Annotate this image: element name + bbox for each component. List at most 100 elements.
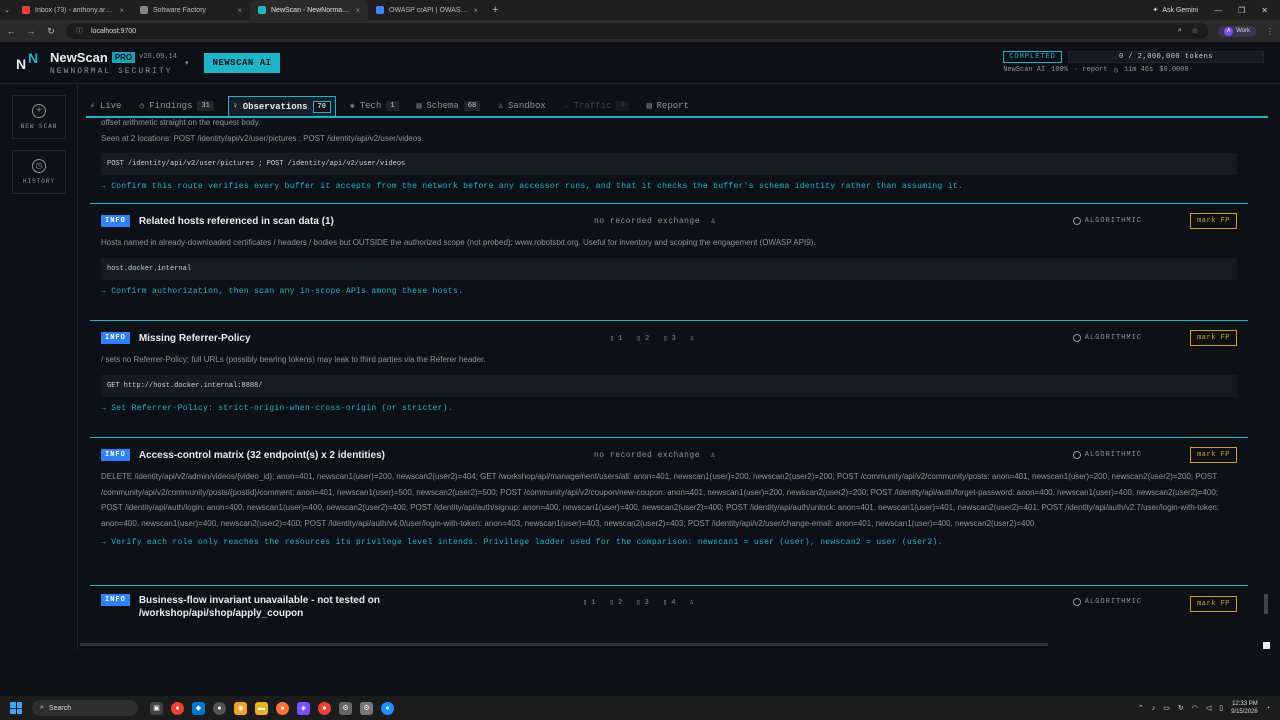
tab-observations[interactable]: ♀ Observations 70 <box>227 96 336 116</box>
tab-search-icon[interactable]: ⌄ <box>0 6 14 14</box>
history-button[interactable]: ◷ HISTORY <box>12 150 66 194</box>
evidence-link[interactable]: ▯ 3 <box>636 598 649 607</box>
vertical-scrollbar[interactable] <box>1264 594 1268 614</box>
flask-icon: ♙ <box>710 217 716 226</box>
observation-card: INFO Related hosts referenced in scan da… <box>90 203 1248 320</box>
windows-start-icon[interactable] <box>10 702 22 714</box>
resize-handle[interactable] <box>1263 642 1270 649</box>
url-field[interactable]: ⓘ localhost:9700 ⌕ ☆ <box>66 23 1209 39</box>
tab-tech[interactable]: ◈ Tech 1 <box>346 96 403 116</box>
evidence-link[interactable]: ▯ 1 <box>583 598 596 607</box>
forward-icon[interactable]: → <box>26 26 36 36</box>
edge-icon[interactable]: ● <box>381 701 394 715</box>
menu-icon[interactable]: ⋮ <box>1266 27 1274 36</box>
taskbar-search[interactable]: ⌕ Search <box>32 700 138 716</box>
owasp-icon <box>376 6 384 14</box>
flask-icon[interactable]: ♙ <box>690 598 694 607</box>
minimize-icon[interactable]: — <box>1214 6 1222 15</box>
evidence-link[interactable]: ▯ 2 <box>637 334 650 343</box>
vscode-icon[interactable]: ◆ <box>192 701 205 715</box>
close-icon[interactable]: × <box>119 6 124 15</box>
observation-title: Business-flow invariant unavailable - no… <box>138 595 380 619</box>
screen-icon[interactable]: ▭ <box>1163 704 1170 712</box>
file-explorer-icon[interactable]: ▬ <box>255 701 268 715</box>
site-icon <box>140 6 148 14</box>
algorithmic-tag: ALGORITHMIC <box>1072 334 1142 342</box>
version: v26.09.14 <box>139 53 177 61</box>
mark-fp-button[interactable]: mark FP <box>1190 447 1237 463</box>
evidence-link[interactable]: ▯ 2 <box>610 598 623 607</box>
volume-icon[interactable]: ◁ <box>1206 704 1211 712</box>
evidence-links: ▯ 1 ▯ 2 ▯ 3 ♙ <box>610 334 694 343</box>
profile-button[interactable]: A Work <box>1218 25 1256 37</box>
scan-meta: NewScan AI 100% · report ◷ 11m 46s $0.00… <box>1003 65 1189 75</box>
tab-count: 0 <box>616 101 629 111</box>
flask-icon: ♙ <box>498 102 504 111</box>
chrome-icon[interactable]: ● <box>171 701 184 715</box>
mark-fp-button[interactable]: mark FP <box>1190 330 1237 346</box>
flask-icon[interactable]: ♙ <box>690 334 694 343</box>
clock-icon: ◷ <box>32 159 46 173</box>
remediation: → Confirm authorization, then scan any i… <box>101 286 464 296</box>
horizontal-scrollbar[interactable] <box>80 643 1048 646</box>
mark-fp-button[interactable]: mark FP <box>1190 213 1237 229</box>
observation-description: offset arithmetic straight on the reques… <box>101 118 261 127</box>
bookmark-star-icon[interactable]: ☆ <box>1192 27 1198 35</box>
maximize-icon[interactable]: ❐ <box>1238 6 1245 15</box>
close-icon[interactable]: × <box>237 6 242 15</box>
chevron-down-icon[interactable]: ▾ <box>185 59 189 67</box>
system-tray: ⌃ ♪ ▭ ↻ ◠ ◁ ▯ 12:33 PM 9/15/2026 ◔ <box>1138 700 1270 716</box>
chrome-active-icon[interactable]: ● <box>318 701 331 715</box>
postman-icon[interactable]: ◉ <box>234 701 247 715</box>
github-icon[interactable]: ● <box>213 701 226 715</box>
tab-findings[interactable]: ◷ Findings 31 <box>135 96 217 116</box>
browser-tab-owasp[interactable]: OWASP crAPI | OWASP Foundat... × <box>368 0 486 20</box>
browser-tab-software-factory[interactable]: Software Factory × <box>132 0 250 20</box>
new-tab-button[interactable]: + <box>486 4 504 16</box>
tab-count: 1 <box>386 101 399 111</box>
evidence-link[interactable]: ▯ 1 <box>610 334 623 343</box>
severity-badge: INFO <box>101 449 130 461</box>
evidence-link[interactable]: ▯ 4 <box>663 598 676 607</box>
gear-icon[interactable]: ⚙ <box>360 701 373 715</box>
tab-report[interactable]: ▤ Report <box>643 96 693 116</box>
close-icon[interactable]: × <box>473 6 478 15</box>
notification-icon[interactable]: ◔ <box>1266 705 1270 712</box>
tab-schema[interactable]: ▥ Schema 68 <box>413 96 485 116</box>
tab-live[interactable]: ⚡ Live <box>86 96 125 116</box>
mic-icon[interactable]: ♪ <box>1152 705 1156 712</box>
tab-traffic[interactable]: ⚠ Traffic 0 <box>560 96 633 116</box>
sync-icon[interactable]: ↻ <box>1178 704 1184 712</box>
zoom-icon[interactable]: ⌕ <box>1178 27 1182 35</box>
browser-tab-newscan[interactable]: NewScan - NewNormal Security × <box>250 0 368 20</box>
observation-card: INFO Access-control matrix (32 endpoint(… <box>90 437 1248 585</box>
reload-icon[interactable]: ↻ <box>46 26 56 37</box>
main-tabs: ⚡ Live ◷ Findings 31 ♀ Observations 70 ◈… <box>86 96 1268 118</box>
mark-fp-button[interactable]: mark FP <box>1190 596 1237 612</box>
layers-icon: ◈ <box>349 102 355 111</box>
app-icon[interactable]: ◈ <box>297 701 310 715</box>
newscan-ai-button[interactable]: NEWSCAN AI <box>204 52 280 73</box>
site-info-icon[interactable]: ⓘ <box>76 26 83 36</box>
battery-icon[interactable]: ▯ <box>1219 704 1223 712</box>
new-scan-button[interactable]: + NEW SCAN <box>12 95 66 139</box>
status-badge: COMPLETED <box>1003 50 1062 63</box>
chevron-up-icon[interactable]: ⌃ <box>1138 704 1144 712</box>
clock[interactable]: 12:33 PM 9/15/2026 <box>1231 700 1258 716</box>
ask-gemini-button[interactable]: ✦ Ask Gemini <box>1152 6 1198 15</box>
close-window-icon[interactable]: ✕ <box>1261 6 1268 15</box>
settings-icon[interactable]: ⚙ <box>339 701 352 715</box>
flask-icon: ♙ <box>710 451 716 460</box>
browser-tab-gmail[interactable]: Inbox (73) - anthony.araguesi@... × <box>14 0 132 20</box>
task-view-icon[interactable]: ▣ <box>150 701 163 715</box>
file-icon: ▯ <box>662 599 668 607</box>
brand-subtitle: NEWNORMAL SECURITY <box>50 66 173 76</box>
firefox-icon[interactable]: ● <box>276 701 289 715</box>
close-icon[interactable]: × <box>355 6 360 15</box>
tab-sandbox[interactable]: ♙ Sandbox <box>494 96 550 116</box>
wifi-icon[interactable]: ◠ <box>1192 704 1198 712</box>
back-icon[interactable]: ← <box>6 26 16 36</box>
evidence-code: host.docker.internal <box>101 257 1237 280</box>
evidence-link[interactable]: ▯ 3 <box>663 334 676 343</box>
observation-description: / sets no Referrer-Policy; full URLs (po… <box>101 355 486 364</box>
